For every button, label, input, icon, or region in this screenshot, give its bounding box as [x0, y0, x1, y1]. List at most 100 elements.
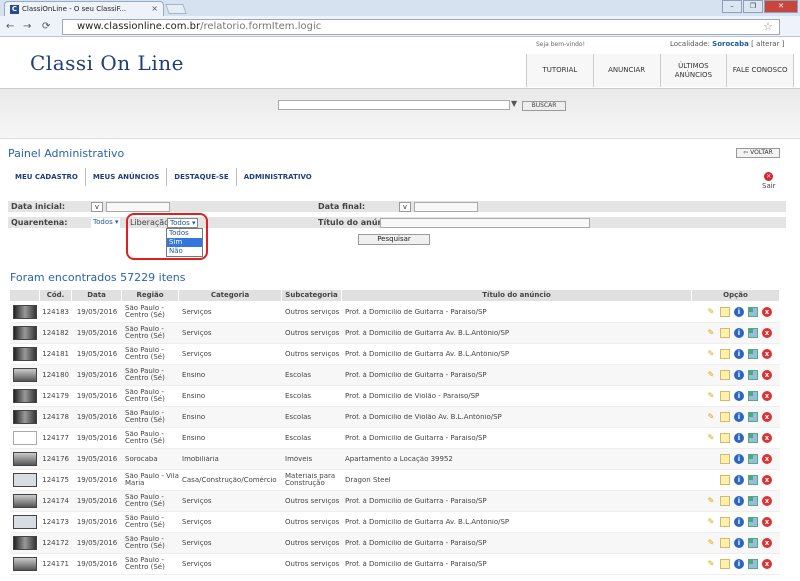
info-icon[interactable]: i — [734, 391, 744, 401]
cell-titulo[interactable]: Prof. à Domicílio de Guitarra Av. B.L.An… — [342, 519, 692, 526]
ad-thumbnail[interactable] — [10, 431, 40, 445]
table-row[interactable]: 124180 19/05/2016 São Paulo - Centro (Sé) E… — [10, 365, 780, 386]
table-row[interactable]: 124178 19/05/2016 São Paulo - Centro (Sé) E… — [10, 407, 780, 428]
edit-icon[interactable]: ✎ — [706, 307, 716, 317]
delete-icon[interactable]: x — [762, 433, 772, 443]
ad-image[interactable] — [13, 347, 37, 361]
menu-meu-cadastro[interactable]: MEU CADASTRO — [8, 168, 85, 186]
edit-icon[interactable]: ✎ — [706, 349, 716, 359]
delete-icon[interactable]: x — [762, 559, 772, 569]
data-final-select[interactable]: v — [399, 202, 411, 212]
ad-image[interactable] — [13, 305, 37, 319]
highlight-icon[interactable] — [748, 433, 758, 443]
table-row[interactable]: 124177 19/05/2016 São Paulo - Centro (Sé) E… — [10, 428, 780, 449]
data-inicial-input[interactable] — [106, 202, 170, 212]
menu-destaque-se[interactable]: DESTAQUE-SE — [166, 168, 235, 186]
cell-titulo[interactable]: Prof. à Domicílio de Violão - Paraíso/SP — [342, 393, 692, 400]
ad-image[interactable] — [13, 326, 37, 340]
ad-image[interactable] — [13, 368, 37, 382]
ad-image[interactable] — [13, 410, 37, 424]
ad-image[interactable] — [13, 431, 37, 445]
ad-thumbnail[interactable] — [10, 368, 40, 382]
document-icon[interactable] — [720, 517, 730, 527]
table-row[interactable]: 124176 19/05/2016 Sorocaba Imobiliária Imóve… — [10, 449, 780, 470]
document-icon[interactable] — [720, 559, 730, 569]
table-row[interactable]: 124175 19/05/2016 São Paulo - Vila Maria Ca… — [10, 470, 780, 491]
delete-icon[interactable]: x — [762, 454, 772, 464]
delete-icon[interactable]: x — [762, 370, 772, 380]
document-icon[interactable] — [720, 475, 730, 485]
ad-thumbnail[interactable] — [10, 305, 40, 319]
reload-icon[interactable]: ⟳ — [42, 21, 50, 32]
table-row[interactable]: 124172 19/05/2016 São Paulo - Centro (Sé) S… — [10, 533, 780, 554]
ad-image[interactable] — [13, 557, 37, 571]
info-icon[interactable]: i — [734, 328, 744, 338]
info-icon[interactable]: i — [734, 496, 744, 506]
ad-image[interactable] — [13, 389, 37, 403]
nav-fale-conosco[interactable]: FALE CONOSCO — [727, 54, 794, 87]
document-icon[interactable] — [720, 454, 730, 464]
ad-thumbnail[interactable] — [10, 494, 40, 508]
edit-icon[interactable]: ✎ — [706, 433, 716, 443]
close-window-button[interactable]: ✕ — [764, 0, 798, 13]
document-icon[interactable] — [720, 538, 730, 548]
delete-icon[interactable]: x — [762, 328, 772, 338]
document-icon[interactable] — [720, 412, 730, 422]
cell-titulo[interactable]: Dragon Steel — [342, 477, 692, 484]
url-input[interactable]: www.classionline.com.br/relatorio.formIt… — [62, 19, 780, 35]
cell-titulo[interactable]: Prof. à Domicílio de Violão Av. B.L.Antô… — [342, 414, 692, 421]
forward-icon[interactable]: → — [23, 21, 31, 32]
alterar-link[interactable]: [ alterar ] — [751, 40, 784, 48]
edit-icon[interactable]: ✎ — [706, 370, 716, 380]
cell-titulo[interactable]: Prof. à Domicílio de Guitarra - Paraíso/… — [342, 498, 692, 505]
table-row[interactable]: 124179 19/05/2016 São Paulo - Centro (Sé) E… — [10, 386, 780, 407]
nav-ultimos-anuncios[interactable]: ÚLTIMOS ANÚNCIOS — [660, 54, 728, 87]
edit-icon[interactable]: ✎ — [706, 517, 716, 527]
cell-titulo[interactable]: Prof. à Domicílio de Guitarra - Paraíso/… — [342, 561, 692, 568]
highlight-icon[interactable] — [748, 412, 758, 422]
new-tab-button[interactable] — [165, 4, 187, 14]
highlight-icon[interactable] — [748, 538, 758, 548]
ad-thumbnail[interactable] — [10, 473, 40, 487]
maximize-button[interactable]: ❐ — [743, 0, 763, 13]
cell-titulo[interactable]: Prof. à Domicílio de Guitarra - Paraíso/… — [342, 372, 692, 379]
document-icon[interactable] — [720, 328, 730, 338]
highlight-icon[interactable] — [748, 349, 758, 359]
minimize-button[interactable]: – — [722, 0, 742, 13]
titulo-input[interactable] — [380, 218, 590, 228]
cell-titulo[interactable]: Prof. à Domicílio de Guitarra - Paraíso/… — [342, 309, 692, 316]
search-button[interactable]: BUSCAR — [522, 101, 566, 111]
delete-icon[interactable]: x — [762, 496, 772, 506]
back-icon[interactable]: ← — [6, 21, 14, 32]
ad-thumbnail[interactable] — [10, 452, 40, 466]
menu-meus-anuncios[interactable]: MEUS ANÚNCIOS — [84, 168, 166, 186]
browser-tab[interactable]: C ClassiOnLine - O seu ClassiF... × — [4, 1, 164, 16]
ad-thumbnail[interactable] — [10, 389, 40, 403]
bookmark-star-icon[interactable]: ☆ — [763, 20, 773, 33]
info-icon[interactable]: i — [734, 433, 744, 443]
highlight-icon[interactable] — [748, 475, 758, 485]
data-final-input[interactable] — [414, 202, 478, 212]
search-input[interactable] — [278, 100, 510, 110]
document-icon[interactable] — [720, 496, 730, 506]
nav-anunciar[interactable]: ANUNCIAR — [593, 54, 661, 87]
ad-thumbnail[interactable] — [10, 515, 40, 529]
site-logo[interactable]: Classi On Line — [30, 51, 184, 75]
document-icon[interactable] — [720, 433, 730, 443]
nav-tutorial[interactable]: TUTORIAL — [527, 54, 594, 87]
ad-image[interactable] — [13, 473, 37, 487]
ad-thumbnail[interactable] — [10, 536, 40, 550]
highlight-icon[interactable] — [748, 517, 758, 527]
delete-icon[interactable]: x — [762, 349, 772, 359]
cell-titulo[interactable]: Prof. à Domicílio de Guitarra Av. B.L.An… — [342, 330, 692, 337]
document-icon[interactable] — [720, 307, 730, 317]
tab-close-icon[interactable]: × — [151, 4, 158, 13]
edit-icon[interactable]: ✎ — [706, 538, 716, 548]
search-dropdown-icon[interactable]: ▼ — [511, 99, 517, 108]
ad-thumbnail[interactable] — [10, 410, 40, 424]
logout-button[interactable]: ✕ Sair — [762, 172, 776, 190]
document-icon[interactable] — [720, 391, 730, 401]
highlight-icon[interactable] — [748, 370, 758, 380]
menu-administrativo[interactable]: ADMINISTRATIVO — [235, 168, 319, 186]
ad-image[interactable] — [13, 494, 37, 508]
